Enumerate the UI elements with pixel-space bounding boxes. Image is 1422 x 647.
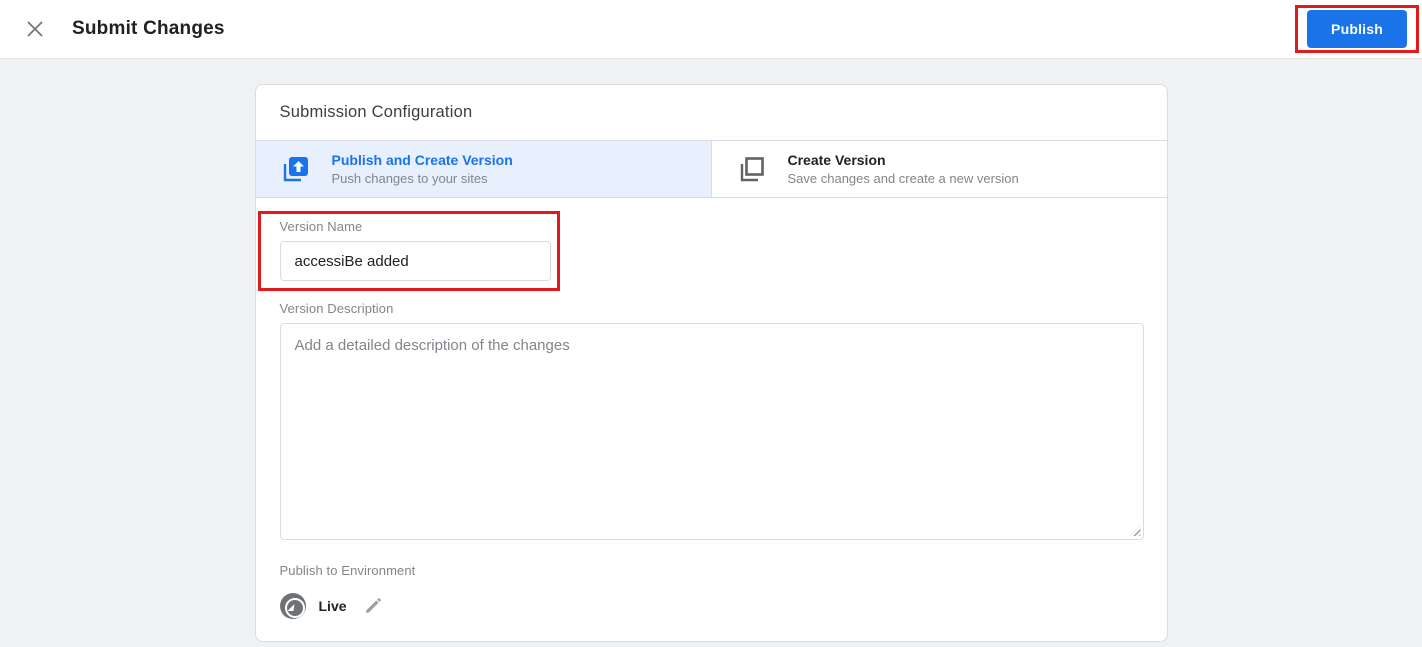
tab-create-version[interactable]: Create Version Save changes and create a… (710, 141, 1167, 197)
publish-button[interactable]: Publish (1307, 10, 1407, 48)
edit-pencil-icon[interactable] (364, 597, 382, 615)
tab-publish-and-create-version[interactable]: Publish and Create Version Push changes … (255, 141, 711, 197)
live-environment-icon (279, 593, 306, 619)
tab-description: Push changes to your sites (331, 171, 488, 186)
topbar: Submit Changes Publish (0, 0, 1422, 59)
page-title: Submit Changes (72, 18, 225, 39)
submission-tabs: Publish and Create Version Push changes … (255, 141, 1167, 198)
version-name-label: Version Name (279, 219, 363, 234)
tab-label: Publish and Create Version (331, 152, 513, 168)
submission-form: Version Name Version Description Publish… (256, 198, 1167, 641)
version-name-input[interactable] (279, 241, 551, 281)
tab-text: Publish and Create Version Push changes … (332, 152, 513, 186)
close-icon[interactable] (22, 16, 48, 42)
version-name-annotation-box: Version Name (257, 211, 560, 291)
tab-description: Save changes and create a new version (787, 171, 1019, 186)
version-description-field: Version Description (279, 301, 1144, 540)
publish-annotation-box: Publish (1295, 5, 1419, 53)
environment-row: Live (279, 593, 1143, 619)
environment-name: Live (318, 598, 347, 614)
version-description-label: Version Description (279, 301, 394, 316)
version-description-textarea[interactable] (279, 323, 1144, 540)
close-x-glyph (27, 21, 43, 37)
publish-upload-icon (280, 154, 310, 184)
submission-configuration-card: Submission Configuration Publish and Cre… (254, 84, 1168, 642)
textarea-wrapper (279, 323, 1144, 540)
publish-environment-section: Publish to Environment Live (279, 562, 1143, 619)
publish-environment-label: Publish to Environment (279, 563, 416, 578)
tab-label: Create Version (787, 152, 886, 168)
card-title: Submission Configuration (255, 85, 1167, 141)
tab-text: Create Version Save changes and create a… (788, 152, 1019, 186)
stacked-pages-icon (736, 154, 766, 184)
